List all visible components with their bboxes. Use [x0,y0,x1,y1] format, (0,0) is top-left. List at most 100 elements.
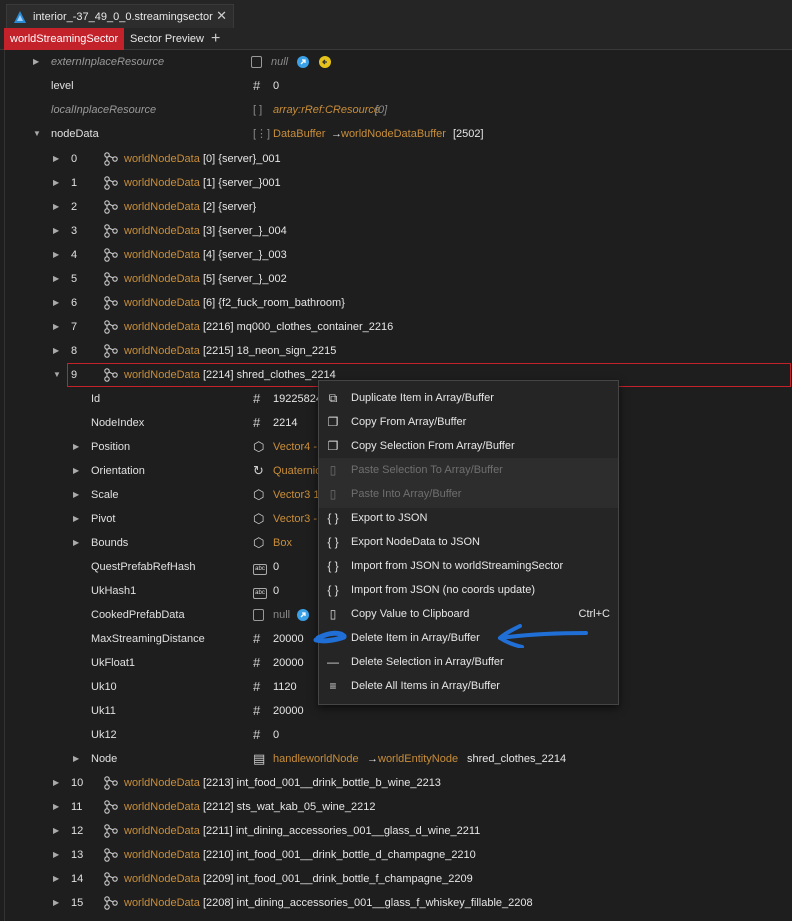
property-value-count: [0] [375,104,388,116]
context-menu-item[interactable]: ⧉ Duplicate Item in Array/Buffer [319,386,618,410]
expand-caret-icon[interactable]: ▶ [53,219,59,243]
property-value: Vector3 - [273,513,318,525]
expand-caret-icon[interactable]: ▶ [53,795,59,819]
close-tab-icon[interactable]: ✕ [216,8,227,24]
hash-icon: # [253,679,261,694]
node-data-item[interactable]: ▶ 2 worldNodeData [2] {server} [5,195,791,219]
menu-item-icon: { } [327,583,339,597]
navigate-icon[interactable] [297,603,309,630]
property-name: Uk12 [91,729,117,741]
item-label: [6] {f2_fuck_room_bathroom} [203,297,345,309]
expand-caret-icon[interactable]: ▶ [73,747,79,771]
node-data-item[interactable]: ▶ 1 worldNodeData [1] {server_}001 [5,171,791,195]
property-name: Uk10 [91,681,117,693]
property-name: localInplaceResource [51,104,157,116]
add-tab-icon[interactable]: + [205,28,226,50]
collapse-caret-icon[interactable]: ▼ [33,122,41,146]
item-label: [3] {server_}_004 [203,225,287,237]
property-name: CookedPrefabData [91,609,185,621]
expand-caret-icon[interactable]: ▶ [73,531,79,555]
expand-caret-icon[interactable]: ▶ [53,339,59,363]
context-menu-item[interactable]: ≡ Delete All Items in Array/Buffer [319,674,618,698]
context-menu-item[interactable]: ▯ Paste Selection To Array/Buffer [319,458,618,482]
item-label: [2208] int_dining_accessories_001__glass… [203,897,533,909]
tree-row-field[interactable]: Uk12 #0 [5,723,791,747]
item-type: worldNodeData [124,297,200,309]
menu-item-label: Delete All Items in Array/Buffer [351,680,500,692]
item-label: [2216] mq000_clothes_container_2216 [203,321,394,333]
tree-row-level[interactable]: level # 0 [5,74,791,98]
item-index: 12 [71,825,84,837]
expand-caret-icon[interactable]: ▶ [53,171,59,195]
context-menu-item[interactable]: { } Export NodeData to JSON [319,530,618,554]
context-menu-item[interactable]: ❐ Copy Selection From Array/Buffer [319,434,618,458]
property-value: 0 [273,585,280,597]
expand-caret-icon[interactable]: ▶ [53,867,59,891]
editor-tab-bar: worldStreamingSector Sector Preview + [0,28,792,50]
expand-caret-icon[interactable]: ▶ [53,291,59,315]
expand-caret-icon[interactable]: ▶ [73,435,79,459]
node-data-item[interactable]: ▶ 7 worldNodeData [2216] mq000_clothes_cont… [5,315,791,339]
context-menu-item[interactable]: { } Import from JSON (no coords update) [319,578,618,602]
expand-caret-icon[interactable]: ▶ [53,147,59,171]
context-menu-item[interactable]: — Delete Selection in Array/Buffer [319,650,618,674]
node-data-item[interactable]: ▶ 14 worldNodeData [2209] int_food_001__dri… [5,867,791,891]
item-index: 15 [71,897,84,909]
menu-item-icon: ❐ [327,415,339,429]
node-data-item[interactable]: ▶ 8 worldNodeData [2215] 18_neon_sign_2215 [5,339,791,363]
expand-caret-icon[interactable]: ▶ [73,483,79,507]
expand-caret-icon[interactable]: ▶ [53,843,59,867]
expand-caret-icon[interactable]: ▶ [53,771,59,795]
expand-caret-icon[interactable]: ▶ [73,507,79,531]
navigate-icon[interactable] [297,50,309,77]
expand-caret-icon[interactable]: ▶ [53,243,59,267]
node-data-item[interactable]: ▶ 6 worldNodeData [6] {f2_fuck_room_bathroo… [5,291,791,315]
tree-row-node[interactable]: ▶ Node ▤ handleworldNode → worldEntityNo… [5,747,791,771]
menu-item-label: Paste Selection To Array/Buffer [351,464,503,476]
item-label: [0] {server}_001 [203,153,281,165]
tree-row-node-data[interactable]: ▼ nodeData [⋮] DataBuffer → worldNodeDat… [5,122,791,146]
menu-item-icon: { } [327,559,339,573]
tab-world-streaming-sector[interactable]: worldStreamingSector [4,28,124,50]
handle-class: worldEntityNode [378,753,459,765]
file-tab[interactable]: interior_-37_49_0_0.streamingsector ✕ [6,4,234,28]
back-arrow-icon[interactable] [319,50,331,77]
expand-caret-icon[interactable]: ▶ [33,50,39,74]
property-value: 19225824 [273,393,322,405]
property-value: 2214 [273,417,298,429]
expand-caret-icon[interactable]: ▶ [53,891,59,915]
node-data-item[interactable]: ▶ 5 worldNodeData [5] {server_}_002 [5,267,791,291]
expand-caret-icon[interactable]: ▶ [53,195,59,219]
cube-icon: ⬡ [253,535,265,550]
text-field-icon: abc [253,564,267,575]
context-menu-item[interactable]: { } Import from JSON to worldStreamingSec… [319,554,618,578]
property-value: 0 [273,729,280,741]
expand-caret-icon[interactable]: ▶ [73,459,79,483]
context-menu-item[interactable]: ▯ Paste Into Array/Buffer [319,482,618,506]
menu-item-label: Export NodeData to JSON [351,536,481,548]
menu-item-icon: — [327,655,339,669]
collapse-caret-icon[interactable]: ▼ [53,363,61,387]
node-data-item[interactable]: ▶ 13 worldNodeData [2210] int_food_001__dri… [5,843,791,867]
tab-sector-preview[interactable]: Sector Preview [124,28,210,50]
context-menu-item[interactable]: { } Export to JSON [319,506,618,530]
node-data-item[interactable]: ▶ 10 worldNodeData [2213] int_food_001__dri… [5,771,791,795]
node-data-item[interactable]: ▶ 3 worldNodeData [3] {server_}_004 [5,219,791,243]
property-value-count: [2502] [453,128,484,140]
node-data-item[interactable]: ▶ 0 worldNodeData [0] {server}_001 [5,147,791,171]
node-data-item[interactable]: ▶ 11 worldNodeData [2212] sts_wat_kab_05_wi… [5,795,791,819]
node-data-item[interactable]: ▶ 15 worldNodeData [2208] int_dining_access… [5,891,791,915]
menu-item-icon: ▯ [329,463,337,477]
property-value: 0 [273,80,280,92]
context-menu-item[interactable]: ❐ Copy From Array/Buffer [319,410,618,434]
item-index: 6 [71,297,78,309]
expand-caret-icon[interactable]: ▶ [53,267,59,291]
item-index: 14 [71,873,84,885]
node-data-item[interactable]: ▶ 12 worldNodeData [2211] int_dining_access… [5,819,791,843]
tree-row-local-inplace-resource[interactable]: localInplaceResource [ ] array:rRef:CRes… [5,98,791,122]
expand-caret-icon[interactable]: ▶ [53,315,59,339]
node-data-item[interactable]: ▶ 4 worldNodeData [4] {server_}_003 [5,243,791,267]
tree-row-extern-inplace-resource[interactable]: ▶ externInplaceResource null [5,50,791,74]
expand-caret-icon[interactable]: ▶ [53,819,59,843]
property-value: Vector3 1 [273,489,320,501]
